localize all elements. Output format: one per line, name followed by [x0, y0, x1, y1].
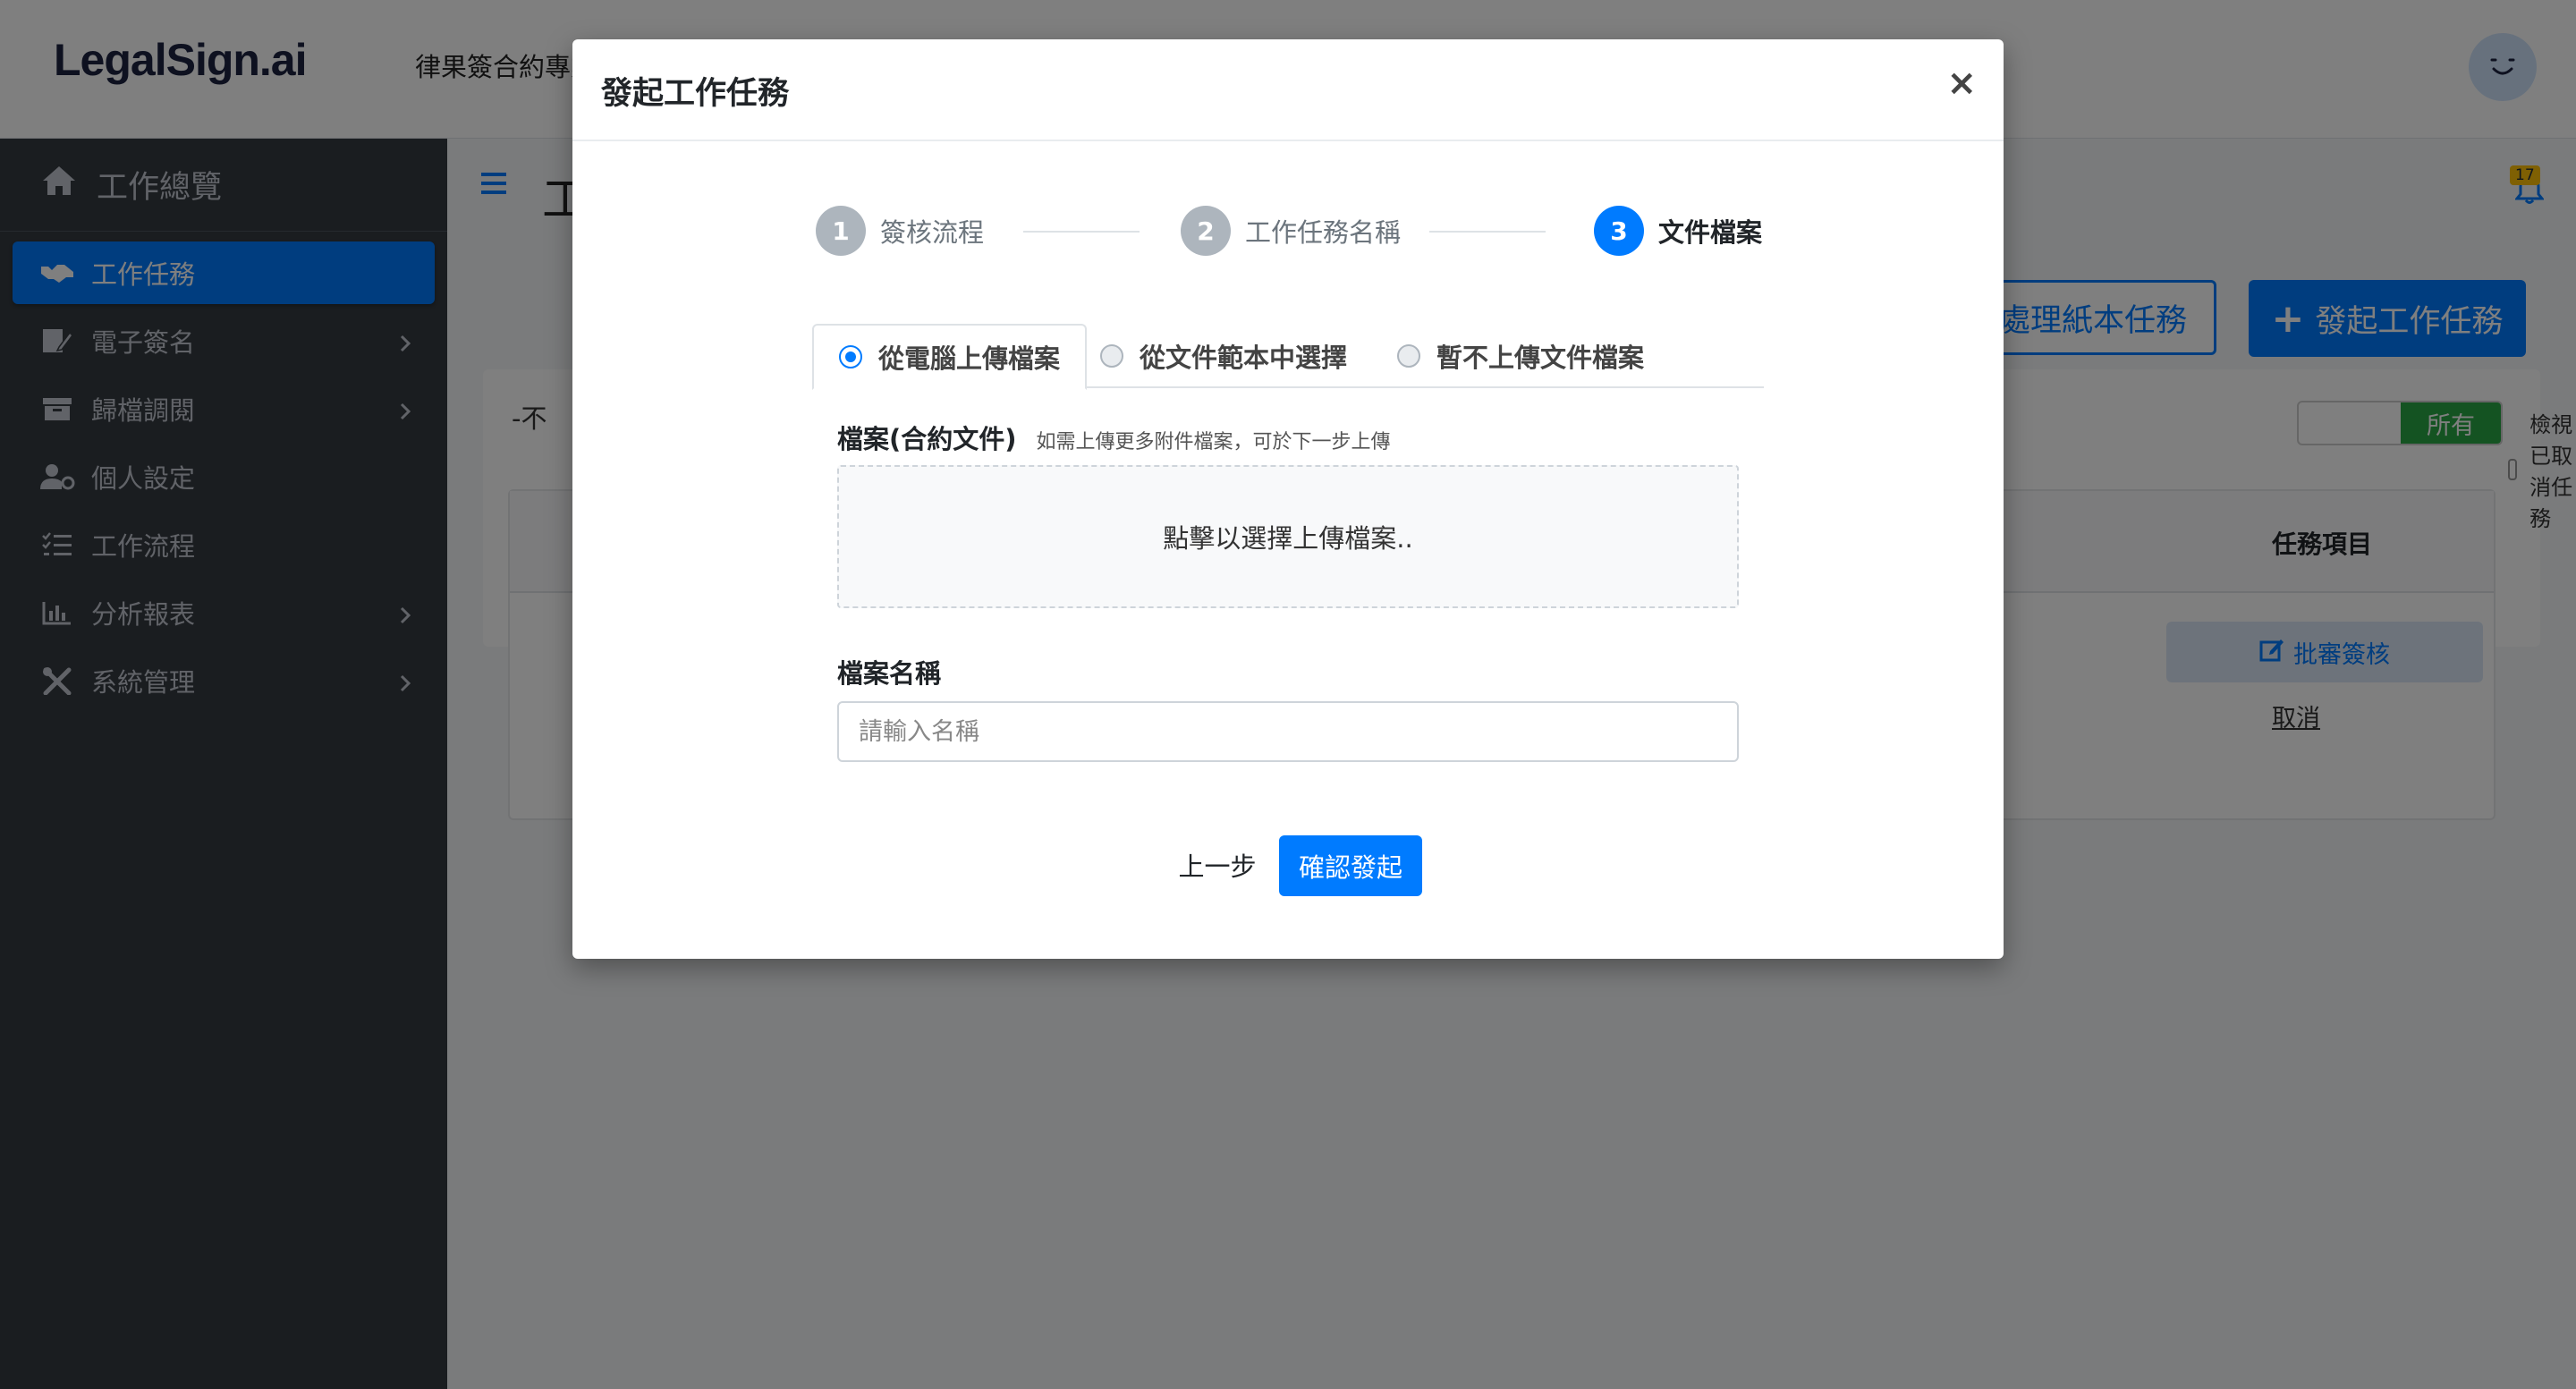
file-name-label: 檔案名稱 [837, 658, 942, 689]
file-name-input[interactable] [837, 701, 1739, 762]
tab-skip-upload[interactable]: 暫不上傳文件檔案 [1397, 324, 1644, 388]
step-number: 2 [1181, 206, 1231, 256]
tab-select-from-template[interactable]: 從文件範本中選擇 [1100, 324, 1347, 388]
stepper: 1 簽核流程 2 工作任務名稱 3 文件檔案 [816, 206, 1764, 263]
modal-title: 發起工作任務 [601, 76, 790, 112]
step-document-file[interactable]: 3 文件檔案 [1594, 206, 1762, 256]
tab-upload-from-computer[interactable]: 從電腦上傳檔案 [812, 324, 1088, 390]
step-label: 簽核流程 [880, 217, 985, 248]
radio-skip-upload[interactable] [1397, 344, 1420, 368]
file-dropzone[interactable]: 點擊以選擇上傳檔案.. [837, 465, 1739, 608]
file-label-hint: 如需上傳更多附件檔案，可於下一步上傳 [1036, 431, 1391, 453]
step-connector [1023, 231, 1140, 233]
close-icon[interactable]: × [1946, 63, 1977, 104]
modal-header: 發起工作任務 × [572, 39, 2004, 141]
step-connector [1429, 231, 1546, 233]
step-number: 3 [1594, 206, 1644, 256]
confirm-launch-button[interactable]: 確認發起 [1279, 835, 1422, 896]
tab-label: 暫不上傳文件檔案 [1436, 343, 1645, 373]
step-task-name[interactable]: 2 工作任務名稱 [1181, 206, 1401, 256]
step-label: 工作任務名稱 [1245, 217, 1402, 248]
radio-select-from-template[interactable] [1100, 344, 1123, 368]
step-approval-flow[interactable]: 1 簽核流程 [816, 206, 984, 256]
step-label: 文件檔案 [1658, 217, 1763, 248]
step-number: 1 [816, 206, 866, 256]
tab-label: 從文件範本中選擇 [1140, 343, 1348, 373]
file-source-tabs: 從電腦上傳檔案 從文件範本中選擇 暫不上傳文件檔案 [812, 324, 1764, 390]
new-task-modal: 發起工作任務 × 1 簽核流程 2 工作任務名稱 3 文件檔案 從電腦上傳檔案 … [572, 39, 2004, 959]
file-label-text: 檔案(合約文件) [837, 424, 1017, 454]
file-field-label: 檔案(合約文件) 如需上傳更多附件檔案，可於下一步上傳 [837, 419, 1391, 456]
tab-label: 從電腦上傳檔案 [878, 343, 1061, 374]
previous-step-button[interactable]: 上一步 [1168, 835, 1267, 894]
radio-upload-from-computer[interactable] [839, 345, 862, 368]
